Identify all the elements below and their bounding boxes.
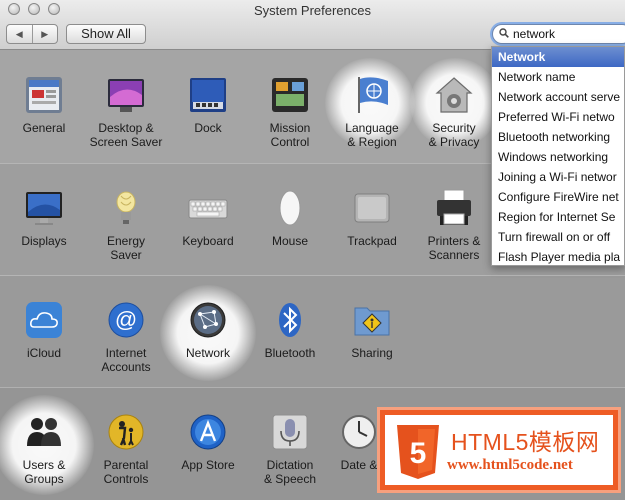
- pref-general[interactable]: General: [5, 75, 83, 135]
- trackpad-icon: [352, 188, 392, 228]
- search-icon: [499, 28, 509, 38]
- search-results-dropdown: Network Network name Network account ser…: [491, 46, 625, 266]
- pref-trackpad[interactable]: Trackpad: [333, 188, 411, 248]
- security-privacy-icon: [434, 75, 474, 115]
- pref-label: Trackpad: [347, 234, 397, 248]
- watermark-shield-glyph: 5: [410, 437, 427, 470]
- search-result-item[interactable]: Preferred Wi-Fi netwo: [492, 107, 624, 127]
- date-time-icon: [339, 412, 379, 452]
- html5-shield-icon: 5: [397, 425, 439, 479]
- pref-energy-saver[interactable]: Energy Saver: [87, 188, 165, 262]
- search-input[interactable]: network: [513, 27, 555, 41]
- mission-control-icon: [270, 75, 310, 115]
- svg-text:@: @: [115, 307, 137, 332]
- pref-bluetooth[interactable]: Bluetooth: [251, 300, 329, 360]
- back-arrow-icon: ◀: [15, 28, 23, 39]
- pref-displays[interactable]: Displays: [5, 188, 83, 248]
- pref-users-groups[interactable]: Users & Groups: [5, 412, 83, 486]
- dock-icon: [188, 75, 228, 115]
- search-result-item[interactable]: Network account serve: [492, 87, 624, 107]
- pref-label: App Store: [181, 458, 235, 472]
- pref-language-region[interactable]: Language & Region: [333, 75, 411, 149]
- pref-label: Mouse: [271, 234, 309, 248]
- pref-label: Network: [185, 346, 230, 360]
- pref-app-store[interactable]: App Store: [169, 412, 247, 472]
- sharing-icon: [352, 300, 392, 340]
- search-result-item[interactable]: Network name: [492, 67, 624, 87]
- pref-mission-control[interactable]: Mission Control: [251, 75, 329, 149]
- search-result-item[interactable]: Bluetooth networking: [492, 127, 624, 147]
- back-forward-group: ◀ ▶: [6, 24, 58, 44]
- pref-label: Displays: [21, 234, 67, 248]
- pref-label: Energy Saver: [106, 234, 146, 262]
- mouse-icon: [270, 188, 310, 228]
- app-store-icon: [188, 412, 228, 452]
- pref-label: Bluetooth: [264, 346, 316, 360]
- pref-internet-accounts[interactable]: @ Internet Accounts: [87, 300, 165, 374]
- desktop-screensaver-icon: [106, 75, 146, 115]
- pref-printers-scanners[interactable]: Printers & Scanners: [415, 188, 493, 262]
- pref-mouse[interactable]: Mouse: [251, 188, 329, 248]
- search-result-item[interactable]: Configure FireWire net: [492, 187, 624, 207]
- window-title: System Preferences: [253, 3, 372, 18]
- pref-desktop-screen-saver[interactable]: Desktop & Screen Saver: [87, 75, 165, 149]
- language-region-icon: [352, 75, 392, 115]
- internet-accounts-icon: @: [106, 300, 146, 340]
- pref-keyboard[interactable]: Keyboard: [169, 188, 247, 248]
- pref-dock[interactable]: Dock: [169, 75, 247, 135]
- pref-parental-controls[interactable]: Parental Controls: [87, 412, 165, 486]
- pref-label: iCloud: [26, 346, 62, 360]
- pref-label: General: [22, 121, 66, 135]
- energy-saver-icon: [106, 188, 146, 228]
- search-result-item[interactable]: Turn firewall on or off: [492, 227, 624, 247]
- toolbar: System Preferences ◀ ▶ Show All network: [0, 0, 625, 50]
- pref-label: Parental Controls: [103, 458, 149, 486]
- pref-label: Keyboard: [182, 234, 234, 248]
- users-groups-icon: [24, 412, 64, 452]
- dictation-speech-icon: [270, 412, 310, 452]
- forward-arrow-icon: ▶: [41, 28, 49, 39]
- dropdown-header[interactable]: Network: [492, 47, 624, 67]
- pref-label: Mission Control: [269, 121, 311, 149]
- pref-security-privacy[interactable]: Security & Privacy: [415, 75, 493, 149]
- show-all-button[interactable]: Show All: [66, 24, 146, 44]
- pref-sharing[interactable]: Sharing: [333, 300, 411, 360]
- icloud-icon: [24, 300, 64, 340]
- watermark-title: HTML5模板网: [451, 429, 600, 455]
- pref-label: Dictation & Speech: [263, 458, 317, 486]
- printers-scanners-icon: [434, 188, 474, 228]
- pref-label: Printers & Scanners: [427, 234, 481, 262]
- parental-controls-icon: [106, 412, 146, 452]
- watermark-url: www.html5code.net: [447, 457, 573, 473]
- pref-icloud[interactable]: iCloud: [5, 300, 83, 360]
- displays-icon: [24, 188, 64, 228]
- keyboard-icon: [188, 188, 228, 228]
- network-icon: [188, 300, 228, 340]
- pref-network[interactable]: Network: [169, 300, 247, 360]
- pref-label: Internet Accounts: [101, 346, 151, 374]
- search-result-item[interactable]: Flash Player media pla: [492, 247, 624, 265]
- forward-button[interactable]: ▶: [31, 25, 58, 43]
- search-result-item[interactable]: Region for Internet Se: [492, 207, 624, 227]
- bluetooth-icon: [270, 300, 310, 340]
- pref-dictation-speech[interactable]: Dictation & Speech: [251, 412, 329, 486]
- pref-label: Desktop & Screen Saver: [89, 121, 163, 149]
- pref-label: Sharing: [351, 346, 393, 360]
- search-result-item[interactable]: Joining a Wi-Fi networ: [492, 167, 624, 187]
- pref-label: Dock: [194, 121, 222, 135]
- back-button[interactable]: ◀: [7, 25, 32, 43]
- search-result-item[interactable]: Windows networking: [492, 147, 624, 167]
- search-field[interactable]: network: [492, 24, 625, 44]
- pref-label: Users & Groups: [22, 458, 66, 486]
- pref-label: Language & Region: [345, 121, 399, 149]
- watermark-logo: 5 HTML5模板网 www.html5code.net: [377, 407, 621, 493]
- general-icon: [24, 75, 64, 115]
- pref-label: Security & Privacy: [428, 121, 480, 149]
